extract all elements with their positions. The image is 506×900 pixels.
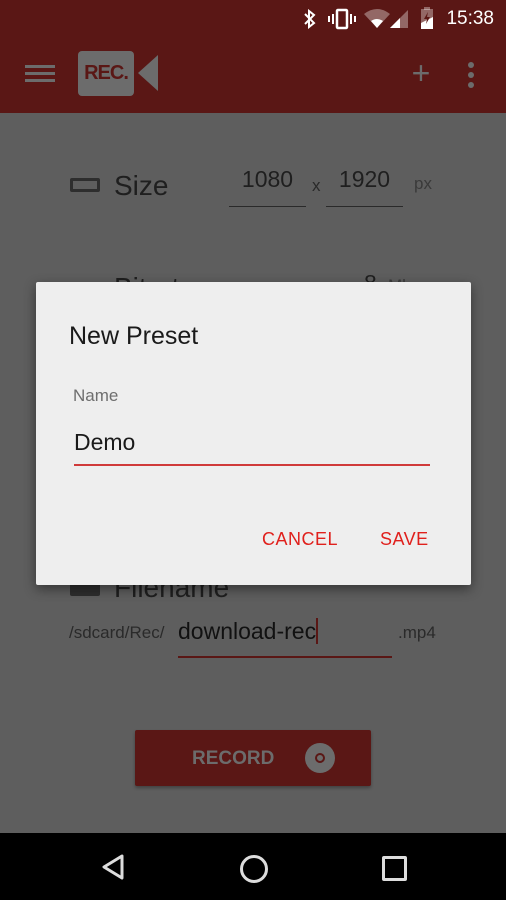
home-icon[interactable] [240,855,268,883]
path-prefix: /sdcard/Rec/ [69,623,165,642]
save-button[interactable]: SAVE [380,529,429,550]
back-icon[interactable] [100,853,126,881]
status-bar: 15:38 [0,0,506,38]
preset-name-input[interactable] [74,420,430,466]
size-separator: x [312,176,321,195]
navigation-bar [0,833,506,900]
cancel-button[interactable]: CANCEL [262,529,338,550]
more-vert-icon[interactable] [468,62,476,90]
logo-text: REC. [78,51,134,96]
height-input[interactable]: 1920 [326,166,403,207]
vibrate-icon [328,8,356,30]
record-button[interactable]: RECORD [135,730,371,786]
size-label: Size [114,170,169,201]
menu-icon[interactable] [25,65,55,85]
add-icon[interactable]: + [408,57,434,89]
cell-signal-icon [390,10,408,28]
new-preset-dialog: New Preset Name CANCEL SAVE [36,282,471,585]
record-disc-icon [305,743,335,773]
record-label: RECORD [192,748,275,769]
filename-value: download-rec [178,618,317,644]
clock: 15:38 [446,8,494,29]
text-cursor [316,618,319,644]
dialog-title: New Preset [69,322,199,350]
size-unit: px [414,174,432,193]
camera-icon [138,55,158,91]
recents-icon[interactable] [382,856,407,881]
battery-charging-icon [421,7,433,29]
name-field-label: Name [73,386,119,405]
app-bar: REC. + [0,38,506,113]
file-extension: .mp4 [398,623,436,642]
filename-input[interactable]: download-rec [178,618,392,658]
bluetooth-icon [304,9,316,29]
wifi-icon [364,9,390,28]
width-input[interactable]: 1080 [229,166,306,207]
ruler-icon [70,178,100,192]
app-logo: REC. [78,51,158,96]
